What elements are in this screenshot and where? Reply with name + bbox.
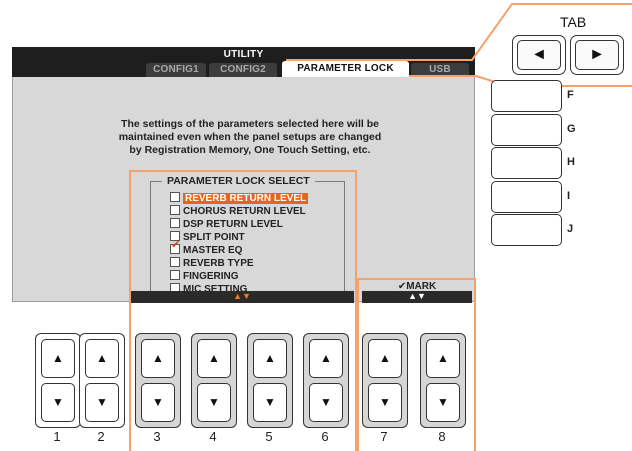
button-4: ▲ ▼ <box>191 333 237 428</box>
button-3-down[interactable]: ▼ <box>141 383 175 422</box>
button-1-down[interactable]: ▼ <box>41 383 75 422</box>
button-number: 2 <box>97 429 105 444</box>
button-5: ▲ ▼ <box>247 333 293 428</box>
button-i[interactable] <box>491 181 562 213</box>
button-number: 1 <box>53 429 61 444</box>
button-5-down[interactable]: ▼ <box>253 383 287 422</box>
button-3: ▲ ▼ <box>135 333 181 428</box>
description-line: by Registration Memory, One Touch Settin… <box>129 144 371 156</box>
button-3-up[interactable]: ▲ <box>141 339 175 378</box>
button-4-down[interactable]: ▼ <box>197 383 231 422</box>
button-5-up[interactable]: ▲ <box>253 339 287 378</box>
button-7: ▲ ▼ <box>362 333 408 428</box>
button-number: 6 <box>321 429 329 444</box>
button-6-up[interactable]: ▲ <box>309 339 343 378</box>
button-j[interactable] <box>491 214 562 246</box>
button-1: ▲ ▼ <box>35 333 81 428</box>
button-8-up[interactable]: ▲ <box>426 339 460 378</box>
button-2-up[interactable]: ▲ <box>85 339 119 378</box>
button-i-label: I <box>567 190 571 202</box>
description-line: The settings of the parameters selected … <box>121 118 379 130</box>
button-number: 4 <box>209 429 217 444</box>
description: The settings of the parameters selected … <box>60 118 440 157</box>
button-j-label: J <box>567 223 574 235</box>
button-g[interactable] <box>491 114 562 146</box>
button-h-label: H <box>567 156 575 168</box>
tab-right-button[interactable]: ► <box>570 35 624 75</box>
button-4-up[interactable]: ▲ <box>197 339 231 378</box>
button-f-label: F <box>567 89 574 101</box>
button-8: ▲ ▼ <box>420 333 466 428</box>
left-arrow-icon: ◄ <box>517 40 561 70</box>
button-6: ▲ ▼ <box>303 333 349 428</box>
button-2: ▲ ▼ <box>79 333 125 428</box>
right-arrow-icon: ► <box>575 40 619 70</box>
button-g-label: G <box>567 123 576 135</box>
button-2-down[interactable]: ▼ <box>85 383 119 422</box>
button-7-up[interactable]: ▲ <box>368 339 402 378</box>
button-number: 3 <box>153 429 161 444</box>
button-1-up[interactable]: ▲ <box>41 339 75 378</box>
button-8-down[interactable]: ▼ <box>426 383 460 422</box>
tab-label: TAB <box>560 14 587 30</box>
button-number: 8 <box>438 429 446 444</box>
button-h[interactable] <box>491 147 562 179</box>
tab-left-button[interactable]: ◄ <box>512 35 566 75</box>
button-7-down[interactable]: ▼ <box>368 383 402 422</box>
description-line: maintained even when the panel setups ar… <box>118 131 382 143</box>
button-6-down[interactable]: ▼ <box>309 383 343 422</box>
button-number: 5 <box>265 429 273 444</box>
button-f[interactable] <box>491 80 562 112</box>
button-number: 7 <box>380 429 388 444</box>
